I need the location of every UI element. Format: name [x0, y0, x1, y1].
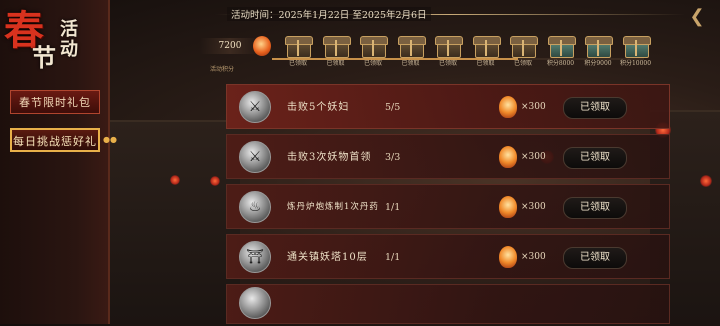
task-icon	[239, 287, 271, 319]
points-value: 7200	[200, 38, 260, 54]
reward-chest-icon[interactable]	[547, 36, 576, 58]
background-lantern	[700, 175, 712, 187]
task-row: ⛩ 通关镇妖塔10层 1/1 ×300 已领取	[226, 234, 670, 279]
reward-quantity: ×300	[521, 202, 546, 212]
background-building	[110, 120, 240, 326]
chest-label: 积分8000	[546, 60, 575, 67]
task-progress: 1/1	[385, 202, 401, 213]
cauldron-icon: ♨	[239, 191, 271, 223]
sword-icon: ⚔	[239, 91, 271, 123]
chest-label: 已领取	[288, 60, 307, 67]
chest-label: 已领取	[438, 60, 457, 67]
reward-quantity: ×300	[521, 102, 546, 112]
tab-spring-festival-gift-pack[interactable]: 春节限时礼包	[10, 90, 100, 114]
reward-quantity: ×300	[521, 152, 546, 162]
task-row: ⚔ 击败3次妖物首领 3/3 ×300 已领取	[226, 134, 670, 179]
tab-daily-challenge-rewards[interactable]: 每日挑战惩好礼	[10, 128, 100, 152]
task-row: ♨ 炼丹炉炮炼制1次丹药 1/1 ×300 已领取	[226, 184, 670, 229]
reward-chest-icon[interactable]	[360, 36, 388, 58]
sidebar: 春 活动 节 春节限时礼包 每日挑战惩好礼 ●●	[0, 0, 117, 324]
reward-chest-icon[interactable]	[585, 36, 613, 58]
reward-chest-icon[interactable]	[472, 36, 501, 58]
event-title: 春 活动 节	[2, 0, 106, 80]
background-lantern	[210, 176, 220, 186]
reward-lantern-icon	[499, 146, 517, 168]
reward-chest-icon[interactable]	[397, 36, 426, 58]
activity-time: 活动时间：2025年1月22日 至2025年2月6日	[227, 7, 431, 21]
task-name: 击败3次妖物首领	[287, 152, 372, 163]
chest-label: 积分9000	[584, 60, 612, 67]
task-progress: 3/3	[385, 152, 401, 163]
task-progress: 1/1	[385, 252, 401, 263]
pagoda-icon: ⛩	[239, 241, 271, 273]
task-name: 通关镇妖塔10层	[287, 252, 368, 263]
reward-chest-icon[interactable]	[622, 36, 651, 58]
chest-label: 已领取	[326, 60, 345, 67]
claimed-button[interactable]: 已领取	[563, 197, 627, 219]
chest-label: 已领取	[476, 60, 495, 67]
chest-label: 已领取	[401, 60, 420, 67]
reward-lantern-icon	[499, 246, 517, 268]
background-lantern	[170, 175, 180, 185]
task-row-partial	[226, 284, 670, 324]
task-progress: 5/5	[385, 102, 401, 113]
reward-lantern-icon	[499, 96, 517, 118]
chest-label: 已领取	[513, 60, 532, 67]
points-label: 活动积分	[210, 66, 235, 73]
title-huodong: 活动	[60, 19, 78, 60]
activity-time-bar: 活动时间：2025年1月22日 至2025年2月6日	[215, 7, 685, 23]
active-tab-indicator: ●●	[103, 135, 117, 144]
task-name: 击败5个妖妇	[287, 102, 350, 113]
reward-chest-icon[interactable]	[285, 36, 313, 58]
reward-chest-icon[interactable]	[510, 36, 538, 58]
task-row: ⚔ 击败5个妖妇 5/5 ×300 已领取	[226, 84, 670, 129]
claimed-button[interactable]: 已领取	[563, 247, 627, 269]
chest-label: 积分10000	[619, 60, 652, 67]
claimed-button[interactable]: 已领取	[563, 147, 627, 169]
chest-label: 已领取	[363, 60, 382, 67]
sword-icon: ⚔	[239, 141, 271, 173]
task-name: 炼丹炉炮炼制1次丹药	[287, 202, 379, 212]
reward-quantity: ×300	[521, 252, 546, 262]
reward-chest-icon[interactable]	[435, 36, 463, 58]
title-jie: 节	[32, 43, 56, 72]
points-lantern-icon	[253, 36, 271, 56]
reward-lantern-icon	[499, 196, 517, 218]
reward-chest-icon[interactable]	[322, 36, 351, 58]
back-arrow-icon[interactable]: ❮	[686, 6, 708, 28]
claimed-button[interactable]: 已领取	[563, 97, 627, 119]
